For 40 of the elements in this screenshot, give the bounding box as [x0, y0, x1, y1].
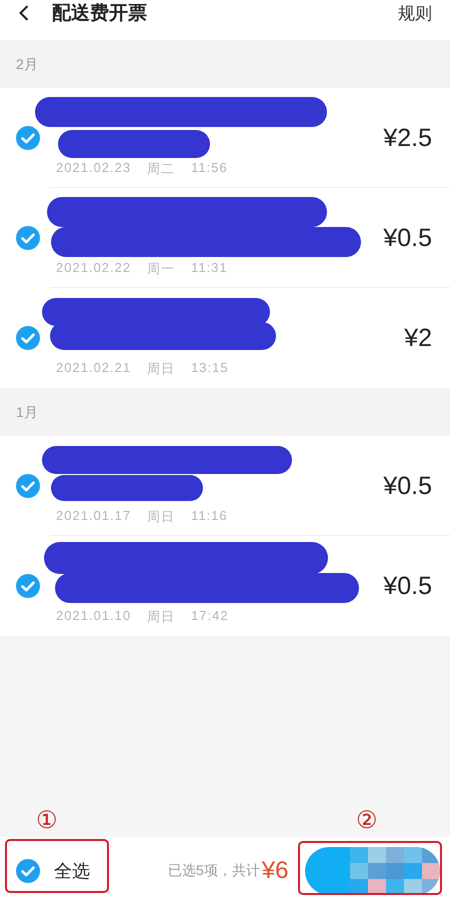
order-time: 17:42 — [191, 608, 229, 625]
pixelated-button[interactable] — [305, 847, 440, 895]
checkbox[interactable] — [16, 226, 40, 250]
order-time: 11:16 — [191, 508, 228, 525]
annotation-number: ① — [36, 807, 58, 835]
rules-link[interactable]: 规则 — [398, 3, 432, 25]
order-amount: ¥2 — [404, 324, 432, 352]
checkbox[interactable] — [16, 574, 40, 598]
order-date: 2021.02.22 — [56, 260, 132, 277]
back-icon[interactable] — [18, 4, 30, 22]
order-row[interactable]: 2021.02.21 周日 13:15 ¥2 — [0, 288, 450, 388]
select-all-label[interactable]: 全选 — [54, 859, 90, 883]
order-date: 2021.01.10 — [56, 608, 132, 625]
order-weekday: 周日 — [147, 608, 176, 626]
order-row[interactable]: 2021.02.22 周一 11:31 ¥0.5 — [0, 188, 450, 288]
order-amount: ¥0.5 — [383, 572, 432, 600]
checkbox[interactable] — [16, 859, 40, 883]
annotation-number: ② — [356, 807, 378, 835]
total-amount: ¥6 — [262, 857, 288, 885]
order-date: 2021.02.21 — [56, 360, 132, 377]
order-amount: ¥0.5 — [383, 472, 432, 500]
order-row[interactable]: 2021.02.23 周二 11:56 ¥2.5 — [0, 88, 450, 188]
order-time: 13:15 — [191, 360, 229, 377]
order-time: 11:31 — [191, 260, 228, 277]
selection-summary: 已选5项，共计 — [168, 862, 260, 880]
checkbox[interactable] — [16, 126, 40, 150]
order-row[interactable]: 2021.01.10 周日 17:42 ¥0.5 — [0, 536, 450, 636]
order-weekday: 周二 — [147, 160, 176, 178]
page-title: 配送费开票 — [52, 2, 147, 26]
order-amount: ¥0.5 — [383, 224, 432, 252]
order-time: 11:56 — [191, 160, 228, 177]
order-date: 2021.01.17 — [56, 508, 132, 525]
order-row[interactable]: 2021.01.17 周日 11:16 ¥0.5 — [0, 436, 450, 536]
checkbox[interactable] — [16, 474, 40, 498]
order-date: 2021.02.23 — [56, 160, 132, 177]
order-weekday: 周日 — [147, 508, 176, 526]
checkbox[interactable] — [16, 326, 40, 350]
order-weekday: 周一 — [147, 260, 176, 278]
order-amount: ¥2.5 — [383, 124, 432, 152]
order-weekday: 周日 — [147, 360, 176, 378]
